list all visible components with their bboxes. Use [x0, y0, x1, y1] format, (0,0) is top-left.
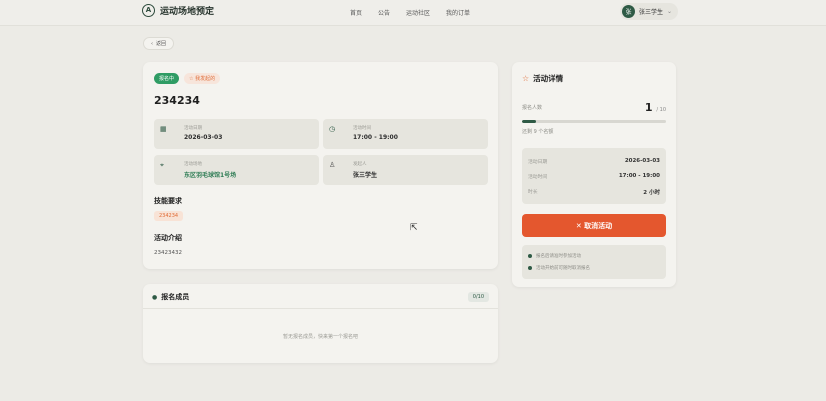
logo-icon: A — [142, 4, 155, 17]
page-title: 234234 — [154, 94, 200, 107]
calendar-icon: ▦ — [160, 125, 167, 133]
nav-home[interactable]: 首页 — [350, 8, 362, 17]
back-label: 返回 — [156, 41, 167, 47]
detail-sidebar: ☆ 活动详情 报名人数 1 / 10 还剩 9 个名额 活动日期 2026-03… — [512, 62, 676, 287]
person-icon: ♙ — [329, 161, 336, 169]
sidebar-title: 活动详情 — [533, 74, 564, 83]
nav-announcements[interactable]: 公告 — [378, 8, 390, 17]
cancel-activity-button[interactable]: ✕ 取消活动 — [522, 214, 666, 237]
user-menu[interactable]: 张 张三学生 ⌄ — [620, 3, 679, 20]
enroll-current: 1 — [644, 101, 653, 114]
members-header: ● 报名成员 — [152, 292, 189, 302]
avatar: 张 — [622, 5, 635, 18]
activity-card: 报名中 ☆ 我发起的 234234 ▦ 活动日期 2026-03-03 ◷ 活动… — [143, 62, 498, 269]
members-title: 报名成员 — [161, 293, 190, 301]
skill-tag: 234234 — [154, 211, 184, 221]
brand-name: 运动场地预定 — [160, 7, 215, 17]
venue-value[interactable]: 东区羽毛球馆1号场 — [184, 170, 236, 179]
intro-text: 23423432 — [154, 250, 182, 256]
note-text: 报名后请准时参加活动 — [536, 254, 581, 259]
initiator-badge: ☆ 我发起的 — [184, 73, 221, 84]
clock-icon: ◷ — [329, 125, 336, 133]
back-button[interactable]: ‹ 返回 — [143, 37, 175, 50]
summary-row-time: 活动时间 17:00 - 19:00 — [528, 173, 660, 182]
summary-value: 2026-03-03 — [624, 158, 660, 164]
sidebar-header: ☆ 活动详情 — [522, 73, 563, 84]
user-icon: ● — [152, 293, 158, 301]
intro-heading: 活动介绍 — [154, 234, 182, 242]
main-nav: 首页 公告 运动社区 我的订单 — [350, 8, 470, 17]
summary-label: 活动日期 — [528, 160, 548, 165]
organizer-info: ♙ 发起人 张三学生 — [323, 155, 488, 185]
nav-community[interactable]: 运动社区 — [406, 8, 430, 17]
members-empty-text: 暂无报名成员，快来第一个报名吧 — [282, 334, 358, 340]
time-value: 17:00 - 19:00 — [353, 134, 398, 141]
note-text: 活动开始前可随时取消报名 — [536, 266, 590, 271]
mouse-cursor-icon: ⇱ — [410, 223, 418, 233]
time-info: ◷ 活动时间 17:00 - 19:00 — [323, 119, 488, 149]
organizer-label: 发起人 — [353, 162, 367, 167]
date-label: 活动日期 — [184, 126, 202, 131]
user-name: 张三学生 — [639, 9, 664, 16]
summary-row-date: 活动日期 2026-03-03 — [528, 158, 660, 167]
members-count-badge: 0/10 — [467, 292, 489, 302]
members-card: ● 报名成员 0/10 暂无报名成员，快来第一个报名吧 — [143, 284, 498, 363]
star-icon: ☆ — [522, 73, 530, 83]
summary-box: 活动日期 2026-03-03 活动时间 17:00 - 19:00 时长 2 … — [522, 148, 666, 204]
summary-row-duration: 时长 2 小时 — [528, 188, 660, 197]
organizer-value: 张三学生 — [353, 172, 378, 179]
nav-my-orders[interactable]: 我的订单 — [446, 8, 470, 17]
badge-group: 报名中 ☆ 我发起的 — [154, 73, 221, 84]
date-info: ▦ 活动日期 2026-03-03 — [154, 119, 319, 149]
enroll-progress-fill — [522, 120, 537, 123]
bullet-icon — [528, 254, 532, 258]
time-label: 活动时间 — [353, 126, 371, 131]
brand[interactable]: A 运动场地预定 — [142, 4, 214, 17]
summary-value: 17:00 - 19:00 — [618, 173, 660, 179]
enroll-count: 1 / 10 — [645, 101, 666, 114]
date-value: 2026-03-03 — [184, 134, 223, 141]
summary-value: 2 小时 — [643, 190, 660, 196]
summary-label: 时长 — [528, 190, 538, 195]
chevron-left-icon: ‹ — [151, 40, 153, 47]
venue-label: 活动场地 — [184, 162, 202, 167]
notes-box: 报名后请准时参加活动 活动开始前可随时取消报名 — [522, 245, 666, 279]
summary-label: 活动时间 — [528, 175, 548, 180]
location-pin-icon: ⌖ — [160, 161, 164, 169]
enroll-progress-bar — [522, 120, 666, 123]
note-item: 活动开始前可随时取消报名 — [528, 265, 590, 271]
note-item: 报名后请准时参加活动 — [528, 253, 581, 259]
enroll-max: / 10 — [656, 107, 666, 113]
remaining-slots: 还剩 9 个名额 — [522, 129, 554, 135]
status-badge: 报名中 — [154, 73, 180, 84]
top-navbar: A 运动场地预定 首页 公告 运动社区 我的订单 张 张三学生 ⌄ — [0, 0, 826, 26]
venue-info: ⌖ 活动场地 东区羽毛球馆1号场 — [154, 155, 319, 185]
divider — [143, 308, 498, 309]
enroll-label: 报名人数 — [522, 105, 543, 111]
skill-heading: 技能要求 — [154, 197, 182, 205]
chevron-down-icon: ⌄ — [667, 8, 673, 15]
bullet-icon — [528, 266, 532, 270]
